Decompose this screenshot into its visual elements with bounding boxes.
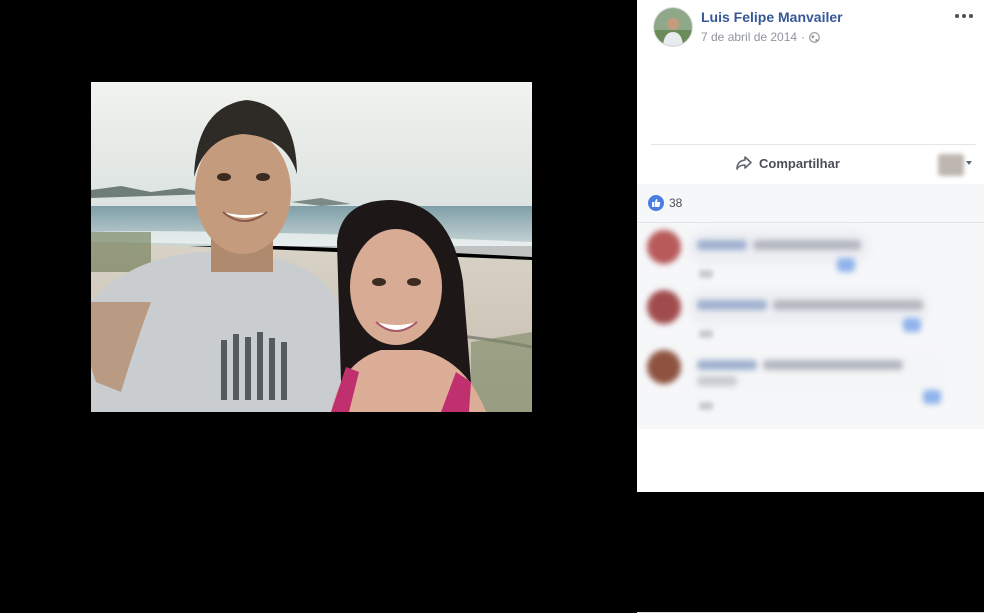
reactions-summary[interactable]: 38 <box>648 195 682 211</box>
comment-meta[interactable] <box>699 270 713 278</box>
comment-meta[interactable] <box>699 402 713 410</box>
comment-reaction-badge[interactable] <box>837 258 855 272</box>
post-photo[interactable] <box>91 82 532 412</box>
like-count: 38 <box>669 196 683 210</box>
comment-bubble <box>689 350 951 396</box>
commenter-name[interactable] <box>697 360 757 370</box>
actor-selector-avatar[interactable] <box>938 154 964 176</box>
comment-text <box>753 240 861 250</box>
commenter-avatar[interactable] <box>647 290 681 324</box>
share-label: Compartilhar <box>759 155 840 171</box>
commenter-avatar[interactable] <box>647 230 681 264</box>
comment-composer-area <box>637 429 984 492</box>
divider <box>637 222 984 223</box>
meta-separator: · <box>801 30 806 44</box>
thumbs-up-icon <box>648 195 664 211</box>
commenter-name[interactable] <box>697 300 767 310</box>
share-arrow-icon <box>736 156 752 170</box>
more-options-icon[interactable] <box>952 6 976 26</box>
post-sidebar: Luis Felipe Manvailer 7 de abril de 2014… <box>637 0 984 613</box>
share-button[interactable]: Compartilhar <box>735 155 840 171</box>
author-name-link[interactable]: Luis Felipe Manvailer <box>701 9 843 25</box>
post-actions-bar: Compartilhar <box>651 144 976 185</box>
globe-icon <box>809 31 820 43</box>
photo-viewer <box>0 0 637 492</box>
selfie-image <box>91 82 532 412</box>
comment-reaction-badge[interactable] <box>903 318 921 332</box>
post-date[interactable]: 7 de abril de 2014 <box>701 30 797 44</box>
avatar-image <box>654 8 692 46</box>
comment-text <box>763 360 903 370</box>
comment-text <box>773 300 923 310</box>
post-meta: 7 de abril de 2014 · <box>701 30 820 44</box>
chevron-down-icon[interactable] <box>966 161 972 165</box>
comment-meta[interactable] <box>699 330 713 338</box>
commenter-avatar[interactable] <box>647 350 681 384</box>
comment-text-line <box>697 376 737 386</box>
commenter-name[interactable] <box>697 240 747 250</box>
comment-reaction-badge[interactable] <box>923 390 941 404</box>
author-avatar[interactable] <box>653 7 693 47</box>
